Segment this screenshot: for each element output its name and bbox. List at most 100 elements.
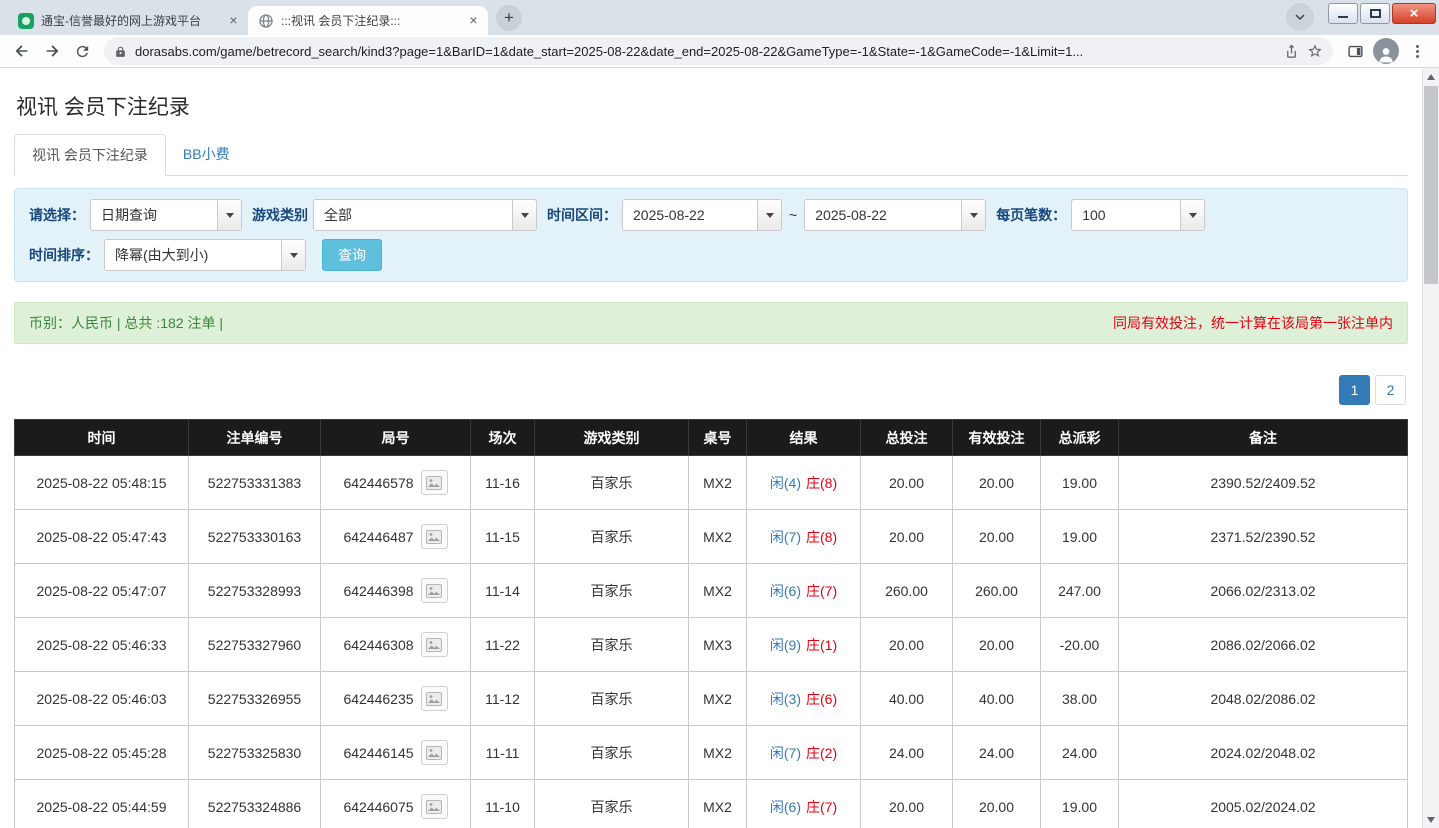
browser-tab-bet-records[interactable]: :::视讯 会员下注纪录::: ×: [248, 6, 488, 35]
page-size-select[interactable]: 100: [1071, 199, 1205, 231]
cell-payout: 19.00: [1041, 456, 1119, 510]
cell-note: 2390.52/2409.52: [1119, 456, 1408, 510]
sort-order-select[interactable]: 降幂(由大到小): [104, 239, 306, 271]
chevron-down-icon[interactable]: [281, 240, 305, 270]
url-text[interactable]: dorasabs.com/game/betrecord_search/kind3…: [135, 44, 1276, 59]
column-header-7: 总投注: [861, 420, 953, 456]
browser-tab-home[interactable]: 通宝-信誉最好的网上游戏平台 ×: [8, 6, 248, 35]
cell-time: 2025-08-22 05:47:43: [15, 510, 189, 564]
cell-total-bet-link[interactable]: 20.00: [861, 510, 953, 564]
side-panel-icon[interactable]: [1341, 37, 1369, 65]
result-image-icon[interactable]: [421, 524, 448, 549]
result-player: 闲(7): [770, 529, 801, 545]
cell-total-bet-link[interactable]: 40.00: [861, 672, 953, 726]
result-image-icon[interactable]: [421, 794, 448, 819]
new-tab-button[interactable]: +: [496, 5, 522, 31]
date-start-select[interactable]: 2025-08-22: [622, 199, 782, 231]
cell-valid-bet: 260.00: [953, 564, 1041, 618]
window-maximize-button[interactable]: [1360, 3, 1390, 24]
cell-valid-bet: 40.00: [953, 672, 1041, 726]
cell-time: 2025-08-22 05:48:15: [15, 456, 189, 510]
result-player: 闲(9): [770, 637, 801, 653]
cell-total-bet-link[interactable]: 20.00: [861, 780, 953, 828]
cell-valid-bet: 20.00: [953, 510, 1041, 564]
column-header-2: 局号: [321, 420, 471, 456]
cell-total-bet-link[interactable]: 20.00: [861, 456, 953, 510]
pagination: 1 2: [14, 375, 1406, 405]
bookmark-star-icon[interactable]: [1307, 43, 1323, 59]
result-banker: 庄(6): [806, 691, 837, 707]
result-player: 闲(7): [770, 745, 801, 761]
cell-session: 11-11: [471, 726, 535, 780]
address-bar[interactable]: dorasabs.com/game/betrecord_search/kind3…: [104, 37, 1333, 65]
result-image-icon[interactable]: [421, 632, 448, 657]
page-title: 视讯 会员下注纪录: [14, 68, 1408, 121]
scroll-down-arrow-icon[interactable]: [1423, 811, 1439, 828]
menu-dots-icon[interactable]: [1403, 37, 1431, 65]
profile-avatar[interactable]: [1373, 38, 1399, 64]
query-button[interactable]: 查询: [322, 239, 382, 271]
forward-button[interactable]: [38, 37, 66, 65]
tab-close-icon[interactable]: ×: [225, 12, 242, 29]
query-type-select[interactable]: 日期查询: [90, 199, 242, 231]
share-icon[interactable]: [1284, 44, 1299, 59]
scroll-up-arrow-icon[interactable]: [1423, 68, 1439, 85]
lock-icon[interactable]: [114, 45, 127, 58]
cell-round-number: 642446308: [321, 618, 471, 672]
cell-round-number: 642446235: [321, 672, 471, 726]
vertical-scrollbar[interactable]: [1422, 68, 1439, 828]
query-type-value: 日期查询: [91, 200, 217, 230]
result-image-icon[interactable]: [421, 470, 448, 495]
result-banker: 庄(7): [806, 799, 837, 815]
round-number-text: 642446487: [343, 529, 413, 545]
chevron-down-icon[interactable]: [217, 200, 241, 230]
cell-payout: -20.00: [1041, 618, 1119, 672]
cell-result: 闲(4)庄(8): [747, 456, 861, 510]
round-number-text: 642446145: [343, 745, 413, 761]
cell-table-number: MX2: [689, 564, 747, 618]
game-type-select[interactable]: 全部: [313, 199, 537, 231]
chevron-down-icon[interactable]: [757, 200, 781, 230]
back-button[interactable]: [8, 37, 36, 65]
filter-label-select: 请选择：: [29, 205, 85, 225]
cell-payout: 38.00: [1041, 672, 1119, 726]
table-row: 2025-08-22 05:47:07 522753328993 6424463…: [15, 564, 1408, 618]
refresh-button[interactable]: [68, 37, 96, 65]
chevron-down-icon[interactable]: [512, 200, 536, 230]
result-image-icon[interactable]: [421, 740, 448, 765]
result-image-icon[interactable]: [421, 578, 448, 603]
cell-bet-number: 522753324886: [189, 780, 321, 828]
chevron-down-icon[interactable]: [961, 200, 985, 230]
window-buttons: ×: [1328, 3, 1436, 24]
round-number-text: 642446308: [343, 637, 413, 653]
summary-currency-count: 币别：人民币 | 总共 :182 注单 |: [29, 313, 223, 333]
cell-note: 2024.02/2048.02: [1119, 726, 1408, 780]
site-favicon-icon: [18, 13, 34, 29]
table-header-row: 时间注单编号局号场次游戏类别桌号结果总投注有效投注总派彩备注: [15, 420, 1408, 456]
cell-total-bet-link[interactable]: 260.00: [861, 564, 953, 618]
cell-table-number: MX2: [689, 726, 747, 780]
cell-table-number: MX3: [689, 618, 747, 672]
tab-bet-records[interactable]: 视讯 会员下注纪录: [14, 134, 166, 176]
window-minimize-button[interactable]: [1328, 3, 1358, 24]
chevron-down-icon[interactable]: [1180, 200, 1204, 230]
column-header-8: 有效投注: [953, 420, 1041, 456]
tab-search-chevron-icon[interactable]: [1286, 3, 1314, 31]
table-row: 2025-08-22 05:45:28 522753325830 6424461…: [15, 726, 1408, 780]
cell-total-bet-link[interactable]: 24.00: [861, 726, 953, 780]
window-close-button[interactable]: ×: [1392, 3, 1436, 24]
result-player: 闲(4): [770, 475, 801, 491]
tab-bb-tips[interactable]: BB小费: [166, 134, 247, 176]
cell-round-number: 642446145: [321, 726, 471, 780]
page-content: 视讯 会员下注纪录 视讯 会员下注纪录 BB小费 请选择： 日期查询 游戏类别 …: [0, 68, 1422, 828]
cell-round-number: 642446578: [321, 456, 471, 510]
tab-close-icon[interactable]: ×: [465, 12, 482, 29]
date-end-select[interactable]: 2025-08-22: [804, 199, 986, 231]
page-button-1[interactable]: 1: [1339, 375, 1370, 405]
result-image-icon[interactable]: [421, 686, 448, 711]
cell-round-number: 642446398: [321, 564, 471, 618]
scrollbar-thumb[interactable]: [1424, 86, 1438, 284]
cell-total-bet-link[interactable]: 20.00: [861, 618, 953, 672]
cell-payout: 19.00: [1041, 780, 1119, 828]
page-button-2[interactable]: 2: [1375, 375, 1406, 405]
